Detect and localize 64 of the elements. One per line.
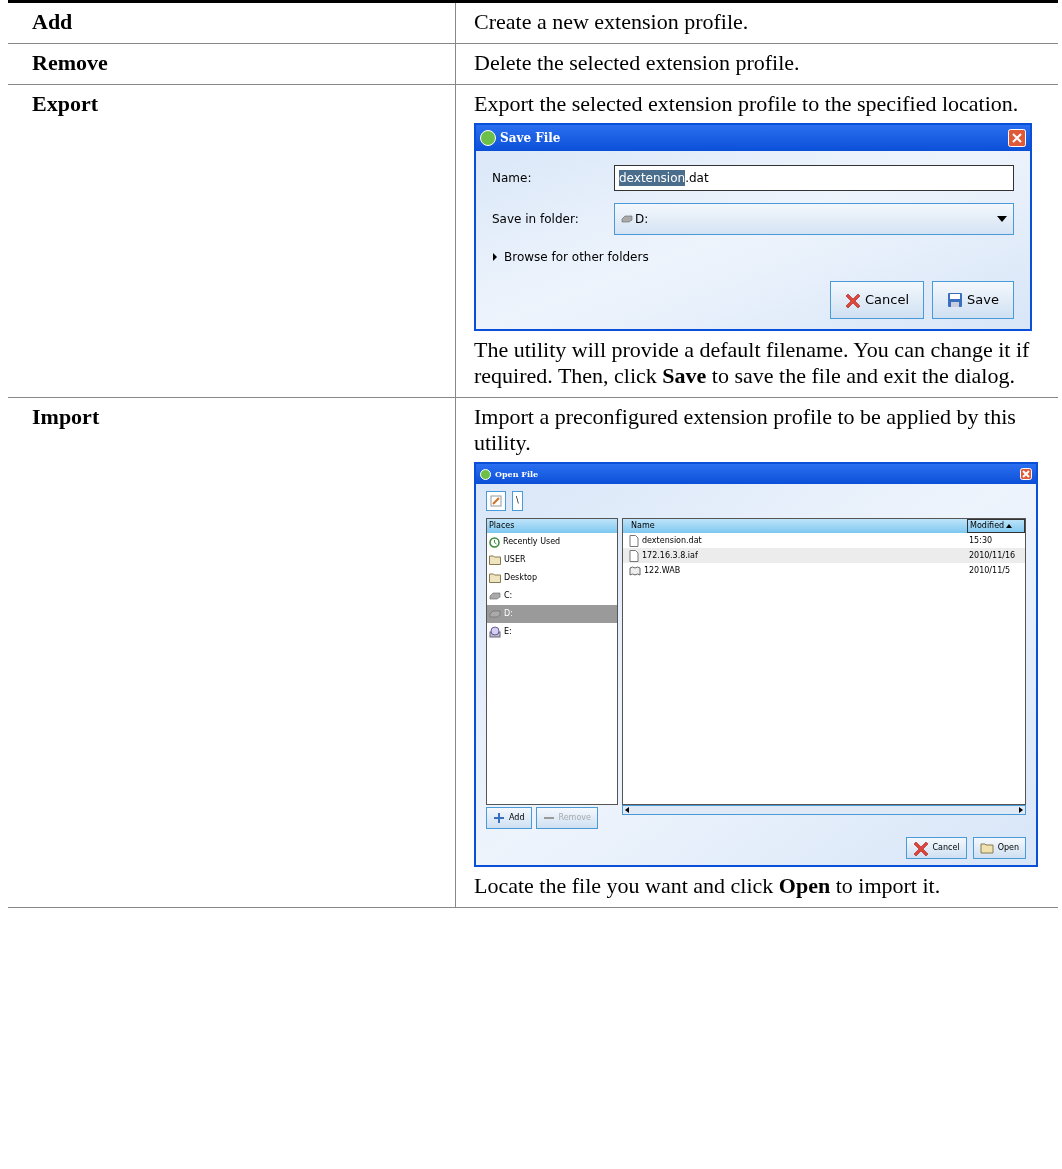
row-label: Import [32, 404, 100, 429]
row-label: Add [32, 9, 73, 34]
save-button[interactable]: Save [932, 281, 1014, 319]
open-button[interactable]: Open [972, 837, 1026, 859]
cross-icon [845, 292, 862, 308]
table-cell-text: 2010/11/16 [968, 550, 1017, 561]
edit-button[interactable] [486, 491, 506, 511]
file-row[interactable]: 122.WAB 2010/11/5 [623, 563, 1025, 578]
column-header[interactable]: Name [623, 519, 967, 533]
place-item[interactable]: C: [487, 587, 617, 605]
folder-icon [979, 842, 994, 854]
close-icon[interactable] [1020, 468, 1032, 480]
file-row[interactable]: dextension.dat 15:30 [623, 533, 1025, 548]
window-title: Open File [495, 469, 539, 479]
table-cell-text: 2010/11/5 [968, 565, 1012, 576]
pencil-icon [490, 495, 502, 507]
path-button[interactable]: \ [512, 491, 523, 511]
table-cell-text: 15:30 [968, 535, 994, 546]
app-icon [480, 130, 496, 146]
caret-down-icon [997, 216, 1007, 222]
drive-icon [489, 610, 501, 618]
file-row[interactable]: 172.16.3.8.iaf 2010/11/16 [623, 548, 1025, 563]
clock-icon [489, 536, 500, 548]
place-item[interactable]: E: [487, 623, 617, 641]
field-label: Name: [492, 170, 533, 186]
description: Create a new extension profile. [474, 9, 750, 35]
folder-icon [489, 573, 501, 583]
row-label: Export [32, 91, 98, 116]
plus-icon [493, 812, 505, 824]
table-cell: 122.WAB [644, 565, 681, 576]
caret-right-icon [492, 253, 498, 261]
name-field[interactable]: dextension.dat [614, 165, 1014, 191]
folder-icon [489, 555, 501, 565]
cancel-button[interactable]: Cancel [830, 281, 925, 319]
disc-drive-icon [489, 626, 501, 638]
place-item[interactable]: Desktop [487, 569, 617, 587]
description: Export the selected extension profile to the specified location. [474, 91, 1020, 117]
column-header[interactable]: Places [487, 519, 617, 533]
row-label: Remove [32, 50, 108, 75]
window-title: Save File [500, 130, 561, 147]
document-icon [629, 549, 639, 562]
folder-dropdown[interactable]: D: [614, 203, 1014, 235]
place-item[interactable]: USER [487, 551, 617, 569]
note: The utility will provide a default filename. You can change it if required. Then, click Save to save the file and exit the dialog. [474, 337, 1031, 389]
description: Delete the selected extension profile. [474, 50, 801, 76]
table-cell: dextension.dat [642, 535, 702, 546]
expander[interactable]: Browse for other folders [492, 249, 1014, 265]
column-header[interactable]: Modified [967, 519, 1025, 533]
drive-icon [621, 215, 633, 223]
close-icon[interactable] [1008, 129, 1026, 147]
drive-icon [489, 592, 501, 600]
add-button[interactable]: Add [486, 807, 532, 829]
description: Import a preconfigured extension profile to be applied by this utility. [474, 404, 1017, 456]
horizontal-scrollbar[interactable] [622, 805, 1026, 815]
place-item[interactable]: Recently Used [487, 533, 617, 551]
cancel-button[interactable]: Cancel [905, 837, 967, 859]
sort-up-icon [1006, 524, 1013, 528]
cross-icon [912, 840, 929, 856]
app-icon [480, 468, 491, 480]
table-cell: 172.16.3.8.iaf [642, 550, 698, 561]
field-label: Save in folder: [492, 211, 580, 227]
note: Locate the file you want and click Open to import it. [474, 873, 942, 899]
document-icon [629, 534, 639, 547]
book-icon [629, 565, 641, 576]
